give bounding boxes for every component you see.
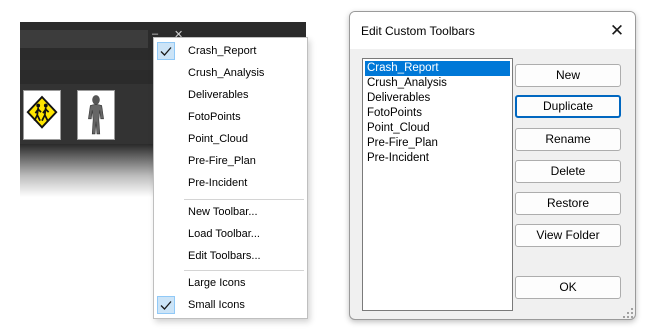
menu-item-fotopoints[interactable]: FotoPoints bbox=[154, 106, 307, 128]
menu-item-pre-incident[interactable]: Pre-Incident bbox=[154, 172, 307, 194]
menu-item-label: Crush_Analysis bbox=[188, 67, 265, 79]
dialog-title-bar[interactable]: Edit Custom Toolbars ✕ bbox=[350, 12, 635, 49]
app-title-bar bbox=[20, 30, 148, 48]
menu-item-label: Pre-Incident bbox=[188, 177, 248, 189]
menu-item-label: New Toolbar... bbox=[188, 206, 258, 218]
menu-item-label: Deliverables bbox=[188, 89, 249, 101]
list-item[interactable]: FotoPoints bbox=[365, 106, 510, 121]
list-item[interactable]: Point_Cloud bbox=[365, 121, 510, 136]
rename-button[interactable]: Rename bbox=[515, 128, 621, 151]
list-item[interactable]: Pre-Incident bbox=[365, 151, 510, 166]
menu-item-deliverables[interactable]: Deliverables bbox=[154, 84, 307, 106]
menu-item-crush-analysis[interactable]: Crush_Analysis bbox=[154, 62, 307, 84]
menu-item-crash-report[interactable]: Crash_Report bbox=[154, 40, 307, 62]
menu-item-label: Load Toolbar... bbox=[188, 228, 260, 240]
menu-item-edit-toolbars[interactable]: Edit Toolbars... bbox=[154, 245, 307, 267]
menu-separator bbox=[184, 270, 304, 271]
checkmark-icon bbox=[157, 296, 175, 314]
toolbar-context-menu: Crash_Report Crush_Analysis Deliverables… bbox=[153, 37, 308, 319]
menu-item-pre-fire-plan[interactable]: Pre-Fire_Plan bbox=[154, 150, 307, 172]
menu-item-label: Large Icons bbox=[188, 277, 246, 289]
menu-item-label: Point_Cloud bbox=[188, 133, 248, 145]
restore-button[interactable]: Restore bbox=[515, 192, 621, 215]
view-folder-button[interactable]: View Folder bbox=[515, 224, 621, 247]
dialog-title: Edit Custom Toolbars bbox=[361, 24, 475, 38]
menu-item-small-icons[interactable]: Small Icons bbox=[154, 294, 307, 316]
menu-separator bbox=[184, 199, 304, 200]
menu-item-label: Edit Toolbars... bbox=[188, 250, 261, 262]
list-item[interactable]: Crash_Report bbox=[365, 61, 510, 76]
duplicate-button[interactable]: Duplicate bbox=[515, 95, 621, 118]
menu-item-label: FotoPoints bbox=[188, 111, 241, 123]
resize-grip-icon[interactable] bbox=[622, 306, 634, 318]
menu-item-large-icons[interactable]: Large Icons bbox=[154, 272, 307, 294]
close-icon[interactable]: ✕ bbox=[606, 20, 628, 42]
menu-item-point-cloud[interactable]: Point_Cloud bbox=[154, 128, 307, 150]
new-button[interactable]: New bbox=[515, 64, 621, 87]
toolbar-listbox[interactable]: Crash_Report Crush_Analysis Deliverables… bbox=[362, 58, 513, 311]
ok-button[interactable]: OK bbox=[515, 276, 621, 299]
menu-item-label: Pre-Fire_Plan bbox=[188, 155, 256, 167]
list-item[interactable]: Crush_Analysis bbox=[365, 76, 510, 91]
list-item[interactable]: Pre-Fire_Plan bbox=[365, 136, 510, 151]
pedestrian-crossing-sign-icon[interactable] bbox=[23, 90, 61, 140]
menu-item-label: Small Icons bbox=[188, 299, 245, 311]
delete-button[interactable]: Delete bbox=[515, 160, 621, 183]
list-item[interactable]: Deliverables bbox=[365, 91, 510, 106]
menu-item-load-toolbar[interactable]: Load Toolbar... bbox=[154, 223, 307, 245]
checkmark-icon bbox=[157, 42, 175, 60]
human-figure-icon[interactable] bbox=[77, 90, 115, 140]
edit-custom-toolbars-dialog: Edit Custom Toolbars ✕ Crash_Report Crus… bbox=[349, 11, 636, 320]
menu-item-label: Crash_Report bbox=[188, 45, 257, 57]
menu-item-new-toolbar[interactable]: New Toolbar... bbox=[154, 201, 307, 223]
